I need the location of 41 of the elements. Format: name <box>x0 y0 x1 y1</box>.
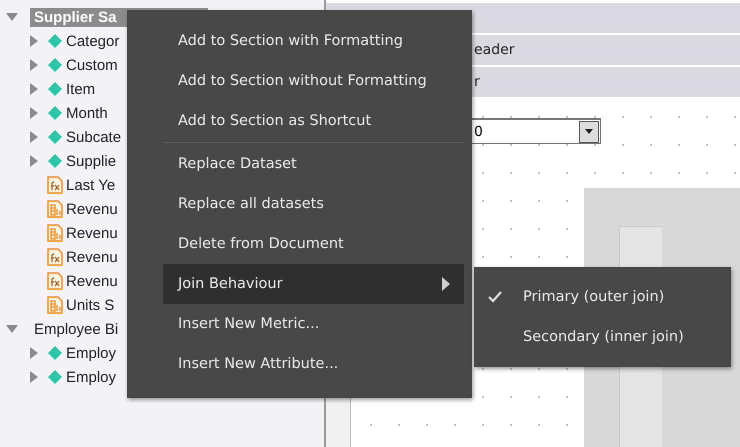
tree-item[interactable]: Units S <box>66 296 114 314</box>
tree-item[interactable]: Revenu <box>66 224 118 242</box>
tree-item[interactable]: Last Ye <box>66 176 116 194</box>
menu-item[interactable]: Join Behaviour <box>163 264 464 304</box>
formula-icon <box>46 176 64 194</box>
menu-item[interactable]: Secondary (inner join) <box>474 317 731 357</box>
diamond-icon <box>46 128 64 146</box>
menu-item[interactable]: Replace Dataset <box>163 144 464 184</box>
diamond-icon <box>46 368 64 386</box>
tree-item[interactable]: Employ <box>66 368 116 386</box>
tree-item[interactable]: Subcate <box>66 128 122 146</box>
formula-icon <box>46 248 64 266</box>
tree-item[interactable]: Revenu <box>66 248 118 266</box>
dropdown-arrow-icon <box>585 129 593 134</box>
tree-item[interactable]: Revenu <box>66 272 118 290</box>
diamond-icon <box>46 344 64 362</box>
tree-item[interactable]: Revenu <box>66 200 118 218</box>
diamond-icon <box>46 80 64 98</box>
tree-item[interactable]: Custom <box>66 56 118 74</box>
diamond-icon <box>46 104 64 122</box>
metric-icon <box>46 296 64 314</box>
diamond-icon <box>46 56 64 74</box>
submenu-arrow-icon <box>442 277 450 291</box>
tree-item[interactable]: Employee Bi <box>30 320 122 338</box>
tree-item[interactable]: Categor <box>66 32 120 50</box>
menu-item[interactable]: Replace all datasets <box>163 184 464 224</box>
menu-item[interactable]: Add to Section as Shortcut <box>163 101 464 141</box>
dropdown-field[interactable]: 0 <box>469 118 601 144</box>
metric-icon <box>46 224 64 242</box>
menu-item[interactable]: Delete from Document <box>163 224 464 264</box>
diamond-icon <box>46 32 64 50</box>
tree-item[interactable]: Item <box>66 80 96 98</box>
menu-item[interactable]: Insert New Metric... <box>163 304 464 344</box>
menu-item[interactable]: Primary (outer join) <box>474 277 731 317</box>
metric-icon <box>46 200 64 218</box>
menu-item[interactable]: Insert New Attribute... <box>163 344 464 384</box>
tree-item[interactable]: Month <box>66 104 108 122</box>
diamond-icon <box>46 152 64 170</box>
formula-icon <box>46 272 64 290</box>
tree-item[interactable]: Employ <box>66 344 116 362</box>
tree-item[interactable]: Supplie <box>66 152 116 170</box>
